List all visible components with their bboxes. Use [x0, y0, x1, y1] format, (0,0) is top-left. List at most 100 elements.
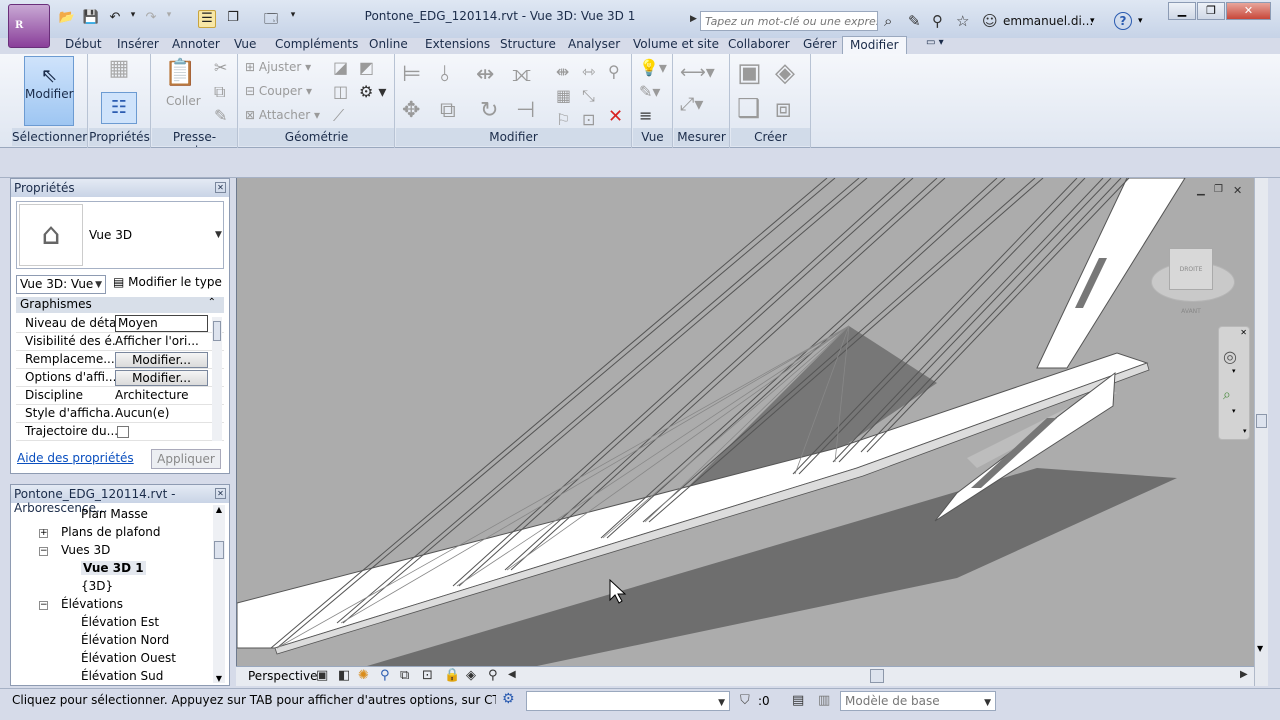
hide-isolate-icon[interactable]: ◈	[466, 668, 476, 683]
tree-item[interactable]: Élévation Ouest	[81, 651, 176, 665]
tab-complements[interactable]: Compléments	[275, 36, 358, 54]
collapse-icon[interactable]: −	[39, 601, 48, 610]
close-icon[interactable]: ✕	[1226, 2, 1271, 20]
minimize-icon[interactable]: ▁	[1168, 2, 1196, 20]
close-hidden-windows-icon[interactable]: 🗔	[262, 10, 280, 28]
override-graphics-icon[interactable]: ✎▾	[639, 82, 660, 101]
split-face-icon[interactable]: ◫	[333, 82, 348, 101]
rotate-icon[interactable]: ↻	[480, 98, 498, 123]
tab-modifier[interactable]: Modifier	[842, 36, 907, 54]
array-icon[interactable]: ▦	[556, 86, 571, 105]
scroll-right-icon[interactable]: ▶	[1240, 669, 1248, 680]
create-similar-icon[interactable]: ❑	[737, 94, 760, 124]
properties-close-icon[interactable]: ✕	[215, 182, 226, 193]
trajectory-checkbox[interactable]	[117, 426, 129, 438]
demolish-icon[interactable]: ⚙ ▾	[359, 82, 386, 101]
scroll-left-icon[interactable]: ◀	[508, 669, 516, 680]
type-dropdown-icon[interactable]: ▼	[215, 230, 222, 240]
tab-gerer[interactable]: Gérer	[803, 36, 837, 54]
type-properties-icon[interactable]: ▦	[101, 56, 137, 86]
expand-icon[interactable]: +	[39, 529, 48, 538]
navbar-close-icon[interactable]: ✕	[1240, 328, 1247, 337]
navbar-options-icon[interactable]: ▾	[1243, 427, 1247, 435]
subscription-icon[interactable]: ✎	[908, 12, 921, 30]
visual-style-icon[interactable]: ◧	[338, 668, 350, 683]
scroll-up-icon[interactable]: ▲	[213, 505, 225, 514]
cut-geometry-tool[interactable]: ⊟ Couper ▾	[245, 84, 312, 98]
search-input[interactable]: Tapez un mot-clé ou une expression	[700, 11, 878, 31]
create-assembly-icon[interactable]: ▣	[737, 58, 762, 88]
communication-icon[interactable]: ⚲	[932, 12, 943, 30]
mirror-axis-icon[interactable]: ⇹	[476, 62, 494, 87]
tab-vue[interactable]: Vue	[234, 36, 256, 54]
hide-bulb-icon[interactable]: 💡▾	[639, 58, 667, 77]
copy-element-icon[interactable]: ⧉	[440, 98, 456, 123]
reveal-hidden-icon[interactable]: ⚲	[488, 668, 498, 683]
modify-tool-button[interactable]: ⇖ Modifier	[24, 56, 74, 126]
align-icon[interactable]: ⊨	[402, 62, 421, 87]
instance-filter-select[interactable]: Vue 3D: Vue ▼	[16, 275, 106, 294]
create-group-icon[interactable]: ⊡	[582, 110, 595, 129]
tree-item[interactable]: Vues 3D	[61, 543, 110, 557]
properties-scroll-thumb[interactable]	[213, 321, 221, 341]
tab-online[interactable]: Online	[369, 36, 408, 54]
delete-icon[interactable]: ✕	[608, 106, 623, 127]
tab-annoter[interactable]: Annoter	[172, 36, 220, 54]
collapse-section-icon[interactable]: ⌃	[208, 297, 216, 308]
user-dropdown-icon[interactable]: ▾	[1090, 16, 1095, 26]
properties-scrollbar[interactable]	[212, 317, 222, 441]
beam-column-icon[interactable]: ⟋	[333, 106, 344, 126]
redo-dropdown-icon[interactable]: ▾	[160, 10, 178, 28]
horizontal-scroll-thumb[interactable]	[870, 669, 884, 683]
section-graphismes[interactable]: Graphismes ⌃	[16, 297, 224, 313]
trim-extend-icon[interactable]: ⊣	[516, 98, 535, 123]
prop-value[interactable]: Afficher l'ori...	[115, 334, 211, 348]
editable-only-icon[interactable]: ▥	[818, 693, 830, 708]
scroll-down-icon[interactable]: ▼	[213, 674, 225, 683]
binoculars-icon[interactable]: ⌕	[884, 12, 892, 30]
join-tool[interactable]: ⊠ Attacher ▾	[245, 108, 320, 122]
undo-icon[interactable]: ↶	[106, 10, 124, 28]
tab-collaborer[interactable]: Collaborer	[728, 36, 790, 54]
browser-scrollbar[interactable]: ▲ ▼	[213, 505, 225, 683]
shadows-icon[interactable]: ⚲	[380, 668, 390, 683]
tab-extensions[interactable]: Extensions	[425, 36, 490, 54]
pin-icon[interactable]: ⚲	[608, 62, 620, 81]
design-options-icon[interactable]: ▤	[792, 693, 804, 708]
tree-item[interactable]: Plan Masse	[81, 507, 148, 521]
show-crop-icon[interactable]: ⊡	[422, 668, 433, 683]
copy-icon[interactable]: ⧉	[214, 82, 225, 102]
browser-close-icon[interactable]: ✕	[215, 488, 226, 499]
aligned-dimension-icon[interactable]: ⤢▾	[680, 94, 703, 115]
viewport-scroll-down-icon[interactable]: ▼	[1257, 644, 1263, 653]
create-parts-icon[interactable]: ◈	[775, 58, 795, 88]
tab-volume-et-site[interactable]: Volume et site	[633, 36, 719, 54]
collapse-icon[interactable]: −	[39, 547, 48, 556]
steering-wheel-dropdown-icon[interactable]: ▾	[1232, 367, 1236, 375]
lock-view-icon[interactable]: 🔒	[444, 668, 460, 683]
unpin-icon[interactable]: ⚐	[556, 110, 570, 129]
zoom-icon[interactable]: ⌕	[1223, 387, 1231, 403]
tree-item[interactable]: Élévations	[61, 597, 123, 611]
ribbon-minimize-icon[interactable]: ▭ ▾	[926, 36, 944, 54]
trim-tool[interactable]: ⊞ Ajuster ▾	[245, 60, 311, 74]
favorites-star-icon[interactable]: ☆	[956, 12, 969, 30]
restore-icon[interactable]: ❐	[1197, 2, 1225, 20]
design-option-select[interactable]: Modèle de base ▼	[840, 691, 996, 711]
tab-inserer[interactable]: Insérer	[117, 36, 159, 54]
move-icon[interactable]: ✥	[402, 98, 420, 123]
viewport-scroll-thumb[interactable]	[1256, 414, 1267, 428]
match-properties-icon[interactable]: ✎	[214, 106, 227, 125]
tab-structure[interactable]: Structure	[500, 36, 556, 54]
edit-type-button[interactable]: ▤ Modifier le type	[113, 275, 222, 289]
save-icon[interactable]: 💾	[82, 10, 100, 28]
3d-viewport[interactable]: DROITE AVANT ▁ ❐ ✕ ✕ ◎ ▾ ⌕ ▾ ▾	[236, 178, 1254, 666]
workset-select[interactable]: ▼	[526, 691, 730, 711]
zoom-dropdown-icon[interactable]: ▾	[1232, 407, 1236, 415]
tree-item-active[interactable]: Vue 3D 1	[81, 561, 146, 575]
thin-lines-icon[interactable]: ☰	[198, 10, 216, 28]
prop-value-input[interactable]: Moyen	[115, 315, 208, 332]
split-icon[interactable]: ⇼	[556, 62, 569, 81]
offset-icon[interactable]: ⫰	[440, 62, 450, 87]
search-expand-icon[interactable]: ▶	[690, 14, 697, 24]
